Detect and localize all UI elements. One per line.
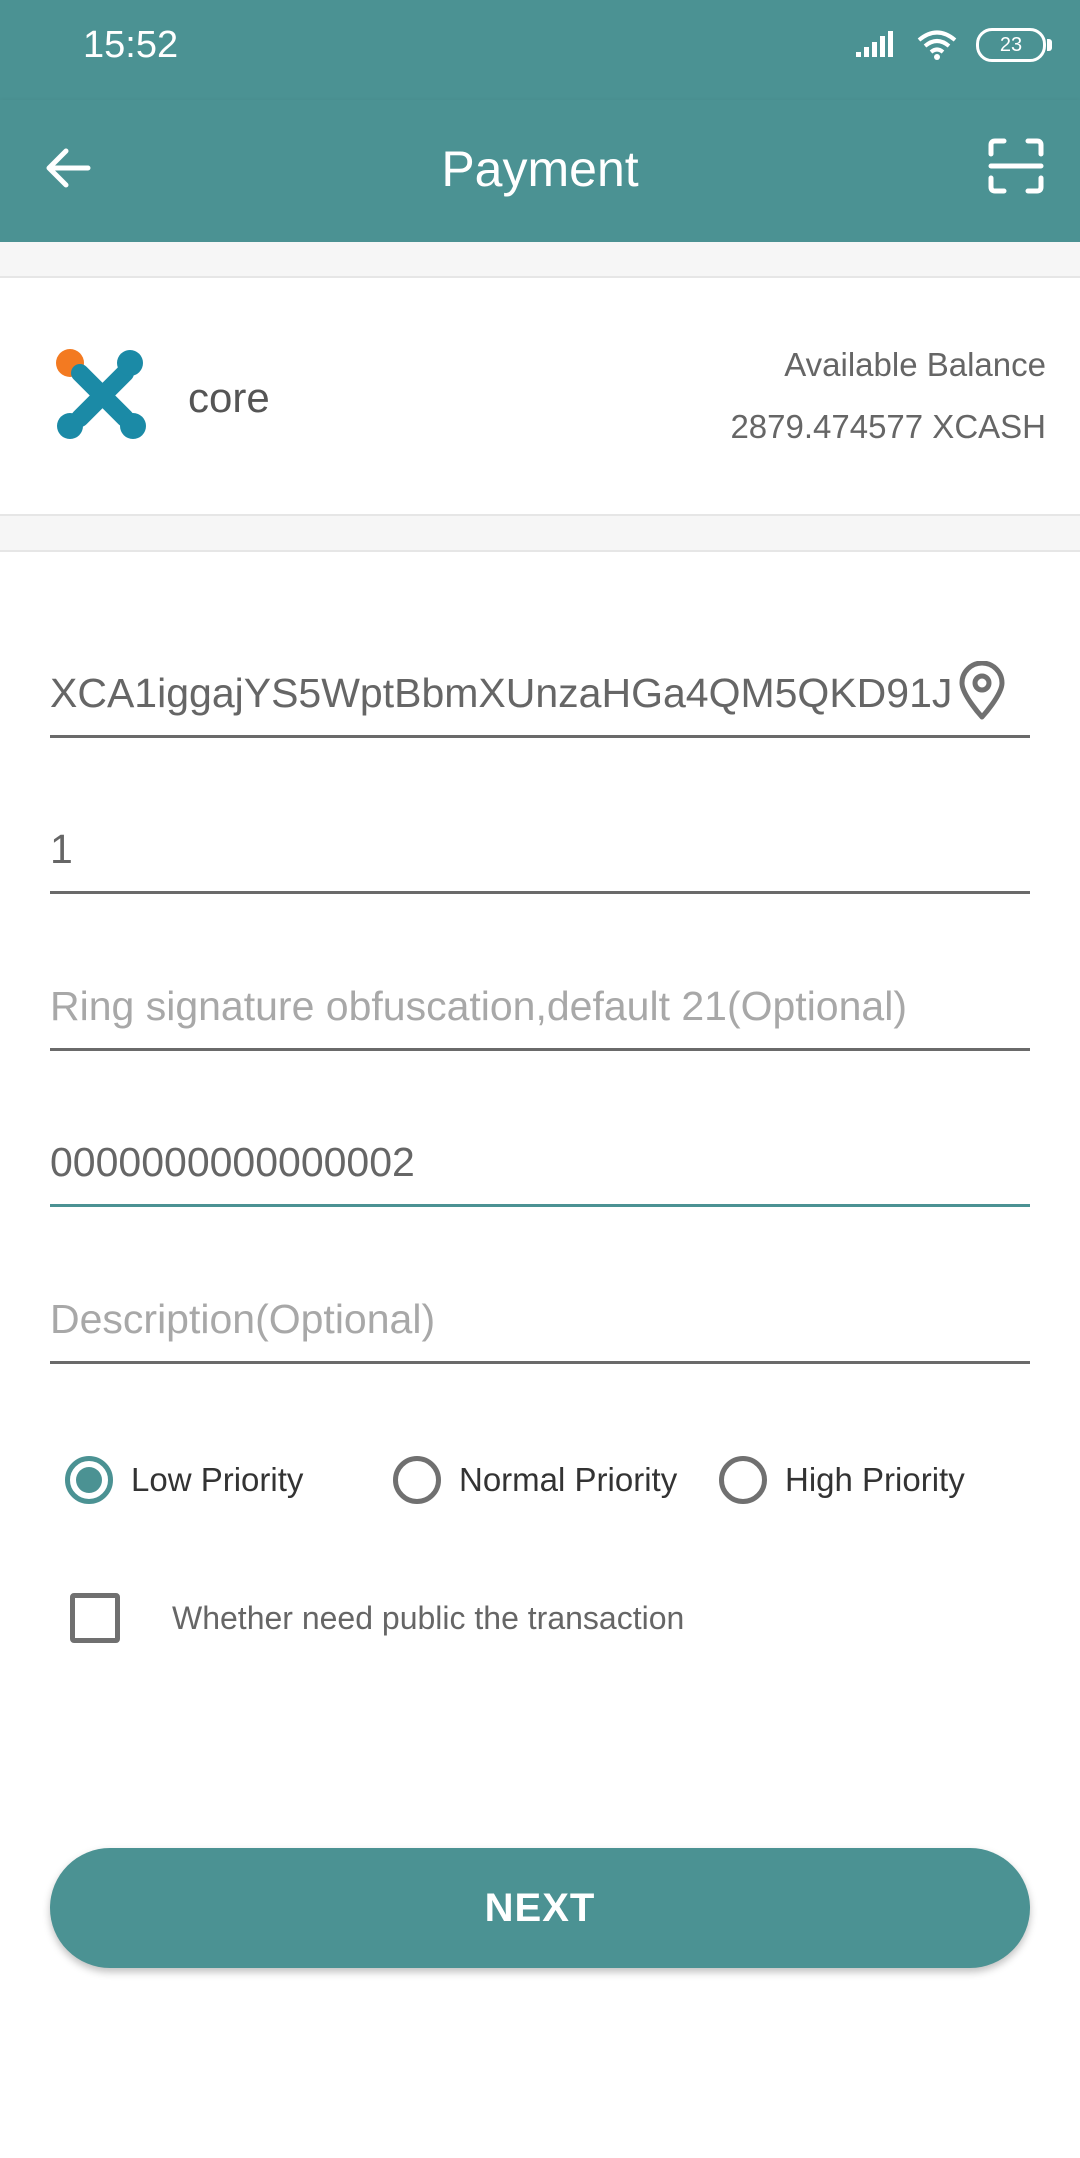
priority-high[interactable]: High Priority xyxy=(719,1450,965,1510)
battery-level: 23 xyxy=(999,33,1023,56)
radio-unchecked-icon[interactable] xyxy=(719,1456,767,1504)
balance-value: 2879.474577 XCASH xyxy=(730,408,1046,445)
toolbar: Payment xyxy=(0,100,1080,242)
location-pin-icon[interactable] xyxy=(956,661,1008,721)
scan-icon[interactable] xyxy=(986,136,1046,196)
amount-field xyxy=(50,811,1030,894)
priority-low[interactable]: Low Priority xyxy=(65,1450,303,1510)
section-divider xyxy=(0,514,1080,552)
signal-icon xyxy=(856,31,893,57)
status-icons: 23 xyxy=(856,28,1052,62)
description-input[interactable] xyxy=(50,1281,950,1357)
battery-icon: 23 xyxy=(976,28,1052,62)
public-transaction-row[interactable]: Whether need public the transaction xyxy=(70,1590,684,1646)
radio-unchecked-icon[interactable] xyxy=(393,1456,441,1504)
radio-checked-icon[interactable] xyxy=(65,1456,113,1504)
balance-label: Available Balance xyxy=(784,346,1046,383)
priority-radio-group: Low Priority Normal Priority High Priori… xyxy=(65,1450,1045,1510)
status-bar: 15:52 23 xyxy=(0,0,1080,100)
public-transaction-label: Whether need public the transaction xyxy=(172,1599,685,1636)
payment-id-input[interactable] xyxy=(50,1124,950,1200)
description-field xyxy=(50,1281,1030,1364)
address-field xyxy=(50,655,1030,738)
wallet-name: core xyxy=(188,374,270,421)
amount-input[interactable] xyxy=(50,811,950,887)
address-input[interactable] xyxy=(50,655,950,731)
ring-size-input[interactable] xyxy=(50,968,950,1044)
xcash-logo-icon xyxy=(56,349,146,439)
priority-high-label: High Priority xyxy=(785,1461,965,1498)
page-title: Payment xyxy=(441,141,639,197)
priority-normal-label: Normal Priority xyxy=(459,1461,678,1498)
priority-normal[interactable]: Normal Priority xyxy=(393,1450,677,1510)
wallet-card: core Available Balance 2879.474577 XCASH xyxy=(0,278,1080,514)
priority-low-label: Low Priority xyxy=(131,1461,304,1498)
next-button[interactable]: NEXT xyxy=(50,1848,1030,1968)
ring-size-field xyxy=(50,968,1030,1051)
payment-id-field xyxy=(50,1124,1030,1207)
status-time: 15:52 xyxy=(83,24,179,66)
wifi-icon xyxy=(917,30,957,60)
section-divider xyxy=(0,242,1080,278)
public-transaction-checkbox[interactable] xyxy=(70,1593,120,1643)
